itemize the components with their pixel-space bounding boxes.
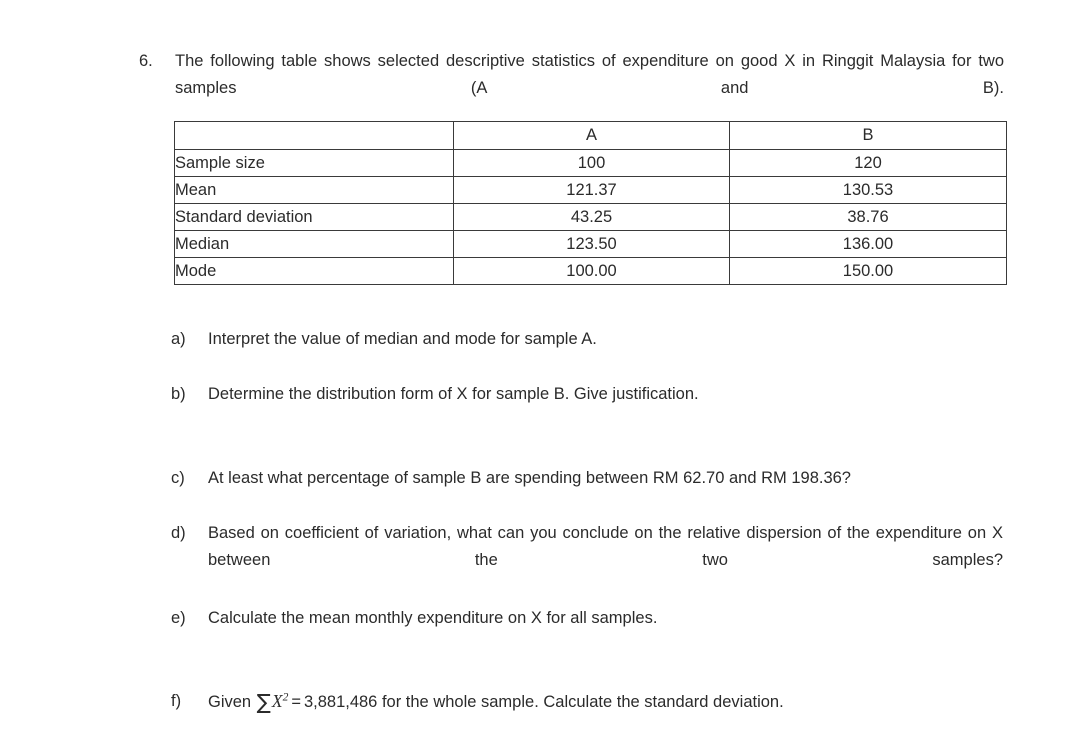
row-label-mean: Mean [174, 176, 454, 204]
subquestion-c-label: c) [171, 469, 185, 487]
cell-mean-b: 130.53 [729, 176, 1007, 204]
cell-sample-size-a: 100 [453, 149, 730, 177]
table-row: Median 123.50 136.00 [174, 230, 1007, 258]
subquestion-a-text: Interpret the value of median and mode f… [208, 330, 597, 348]
column-header-blank [174, 121, 454, 150]
cell-sample-size-b: 120 [729, 149, 1007, 177]
cell-median-a: 123.50 [453, 230, 730, 258]
column-header-b: B [729, 121, 1007, 150]
math-sum-value: 3,881,486 [303, 693, 378, 711]
subquestion-f-text-after: for the whole sample. Calculate the stan… [381, 693, 784, 711]
subquestion-d-label: d) [171, 524, 186, 542]
cell-median-b: 136.00 [729, 230, 1007, 258]
question-stem-block: 6. The following table shows selected de… [139, 48, 1004, 129]
subquestion-f-text-before: Given [208, 693, 252, 711]
table-row: Sample size 100 120 [174, 149, 1007, 177]
statistics-table-container: A B Sample size 100 120 Mean 121.37 130.… [174, 121, 1007, 285]
subquestion-e: e) Calculate the mean monthly expenditur… [171, 605, 1003, 632]
question-number: 6. [139, 52, 153, 70]
subquestion-e-label: e) [171, 609, 186, 627]
subquestion-a-label: a) [171, 330, 186, 348]
subquestion-f-text: Given ∑X2 = 3,881,486 for the whole sample… [208, 688, 1003, 716]
cell-standard-deviation-b: 38.76 [729, 203, 1007, 231]
subquestion-b-text: Determine the distribution form of X for… [208, 385, 699, 403]
document-page: 6. The following table shows selected de… [0, 0, 1080, 747]
cell-mode-b: 150.00 [729, 257, 1007, 285]
table-row: Mean 121.37 130.53 [174, 176, 1007, 204]
subquestion-c-text: At least what percentage of sample B are… [208, 469, 851, 487]
row-label-standard-deviation: Standard deviation [174, 203, 454, 231]
subquestion-f: f) Given ∑X2 = 3,881,486 for the whole sam… [171, 688, 1003, 716]
math-variable-x: X [271, 691, 283, 711]
cell-mode-a: 100.00 [453, 257, 730, 285]
subquestion-e-text: Calculate the mean monthly expenditure o… [208, 609, 658, 627]
row-label-median: Median [174, 230, 454, 258]
subquestion-d: d) Based on coefficient of variation, wh… [171, 520, 1003, 601]
column-header-a: A [453, 121, 730, 150]
math-equals-sign: = [291, 693, 301, 711]
table-header-row: A B [174, 121, 1007, 150]
subquestion-a: a) Interpret the value of median and mod… [171, 326, 1003, 353]
table-body: Sample size 100 120 Mean 121.37 130.53 S… [174, 149, 1007, 285]
cell-standard-deviation-a: 43.25 [453, 203, 730, 231]
question-stem-text: The following table shows selected descr… [175, 52, 1004, 97]
subquestion-d-text: Based on coefficient of variation, what … [208, 524, 1003, 569]
cell-mean-a: 121.37 [453, 176, 730, 204]
row-label-mode: Mode [174, 257, 454, 285]
subquestion-c: c) At least what percentage of sample B … [171, 465, 1003, 492]
subquestion-f-label: f) [171, 692, 182, 710]
table-row: Mode 100.00 150.00 [174, 257, 1007, 285]
row-label-sample-size: Sample size [174, 149, 454, 177]
subquestion-b-label: b) [171, 385, 186, 403]
table-row: Standard deviation 43.25 38.76 [174, 203, 1007, 231]
subquestion-b: b) Determine the distribution form of X … [171, 381, 1003, 408]
summation-symbol: ∑ [256, 690, 271, 714]
table-header: A B [174, 121, 1007, 150]
descriptive-statistics-table: A B Sample size 100 120 Mean 121.37 130.… [174, 121, 1007, 285]
